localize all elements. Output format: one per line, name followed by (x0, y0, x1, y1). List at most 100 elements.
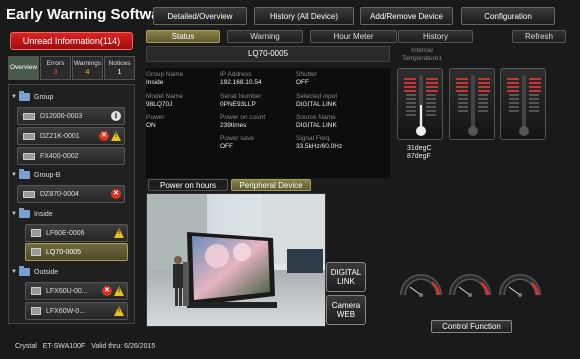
folder-icon (19, 169, 30, 179)
tab-errors[interactable]: Errors 3 (40, 56, 71, 80)
unread-information-button[interactable]: Unread Information(114) (10, 32, 133, 50)
temperature-fahrenheit: 87degF (407, 153, 431, 160)
device-label: D12000-0003 (40, 112, 83, 120)
tab-hour-meter[interactable]: Hour Meter (310, 30, 397, 43)
tree-device-lq70-selected[interactable]: LQ70-0005 (25, 243, 128, 261)
ip-value: 192.168.10.54 (220, 78, 262, 86)
display-icon (31, 307, 41, 315)
expand-caret-icon[interactable]: ▼ (11, 211, 19, 217)
folder-icon (19, 266, 30, 276)
tree-device-dz21k[interactable]: DZ21K-0001 ✕! (17, 127, 125, 145)
tab-warning[interactable]: Warning (227, 30, 303, 43)
group-label: Outside (34, 268, 59, 276)
warnings-count: 4 (85, 69, 90, 76)
tree-device-lfx60u[interactable]: LFX60U-00... ✕! (25, 282, 128, 300)
power-save-label: Power save (220, 135, 254, 142)
expand-caret-icon[interactable]: ▼ (11, 269, 19, 275)
device-label: LQ70-0005 (46, 248, 82, 256)
projector-icon (23, 132, 35, 140)
folder-icon (19, 91, 30, 101)
device-label: LFX60W-0... (46, 307, 86, 315)
shutter-label: Shutter (296, 71, 317, 78)
tree-group-outside[interactable]: ▼ Outside (11, 263, 133, 281)
tab-notices-label: Notices (108, 60, 131, 67)
camera-web-button[interactable]: Camera WEB (326, 295, 366, 325)
status-valid-thru: Valid thru: 6/26/2015 (91, 343, 156, 350)
device-label: FX400-0002 (40, 152, 79, 160)
tree-device-lf60e[interactable]: LF60E-0006 ! (25, 224, 128, 242)
thermometer-icon (507, 75, 541, 136)
nav-detailed-overview[interactable]: Detailed/Overview (153, 7, 247, 25)
tab-peripheral-device[interactable]: Peripheral Device (231, 179, 311, 191)
tree-group-inside[interactable]: ▼ Inside (11, 205, 133, 223)
source-label: Source Name (296, 114, 336, 121)
gauge-3-icon (499, 274, 541, 297)
tree-group[interactable]: ▼ Group (11, 88, 133, 106)
tab-errors-label: Errors (46, 60, 65, 67)
tab-notices[interactable]: Notices 1 (104, 56, 135, 80)
error-icon: ✕ (99, 131, 109, 141)
nav-history-all[interactable]: History (All Device) (254, 7, 354, 25)
device-label: DZ21K-0001 (40, 132, 80, 140)
tab-overview-label: Overview (9, 64, 38, 71)
warning-icon: ! (114, 306, 124, 316)
status-bar: Crystal ET-SWA100F Valid thru: 6/26/2015 (15, 343, 159, 350)
tab-history[interactable]: History (398, 30, 473, 43)
thermometer-1 (397, 68, 443, 140)
expand-caret-icon[interactable]: ▼ (11, 172, 19, 178)
group-label: Group-B (34, 171, 61, 179)
device-info-panel: Group Name Inside IP Address 192.168.10.54… (146, 68, 390, 178)
notices-count: 1 (117, 69, 122, 76)
ip-label: IP Address (220, 71, 252, 78)
group-name-label: Group Name (146, 71, 184, 78)
serial-value: 0PNE93LLP (220, 100, 256, 108)
errors-count: 3 (53, 69, 58, 76)
power-value: ON (146, 121, 156, 129)
tree-device-dz870[interactable]: DZ870-0004 ✕ (17, 185, 125, 203)
model-value: 98LQ70J (146, 100, 173, 108)
error-icon: ✕ (111, 189, 121, 199)
projector-icon (23, 112, 35, 120)
warning-icon: ! (114, 286, 124, 296)
selected-device-name: LQ70-0005 (146, 46, 390, 62)
tree-group-b[interactable]: ▼ Group-B (11, 166, 133, 184)
projector-icon (23, 190, 35, 198)
warning-icon: ! (111, 131, 121, 141)
status-product: ET-SWA100F (42, 343, 86, 350)
nav-configuration[interactable]: Configuration (461, 7, 555, 25)
source-value: DIGITAL LINK (296, 121, 337, 129)
status-name: Crystal (15, 343, 37, 350)
tab-status[interactable]: Status (146, 30, 220, 43)
model-label: Model Name (146, 93, 183, 100)
power-label: Power (146, 114, 165, 121)
signal-freq-value: 33.5kHz/60.0Hz (296, 142, 343, 150)
tree-device-d12000[interactable]: D12000-0003 i (17, 107, 125, 125)
tab-warnings-label: Warnings (73, 60, 102, 67)
app-title: Early Warning Software (6, 6, 174, 23)
tab-overview[interactable]: Overview (8, 56, 39, 80)
gauge-1-icon (400, 274, 442, 297)
tree-device-lfx60w[interactable]: LFX60W-0... ! (25, 302, 128, 320)
refresh-button[interactable]: Refresh (512, 30, 566, 43)
expand-caret-icon[interactable]: ▼ (11, 94, 19, 100)
device-tree: ▼ Group D12000-0003 i DZ21K-0001 ✕! FX400… (8, 84, 135, 324)
tree-device-fx400[interactable]: FX400-0002 (17, 147, 125, 165)
power-count-value: 239times (220, 121, 247, 129)
warning-icon: ! (114, 228, 124, 238)
temperature-readout: 31degC 87degF (407, 145, 432, 161)
tab-warnings[interactable]: Warnings 4 (72, 56, 103, 80)
thermometer-icon (404, 75, 438, 136)
group-label: Inside (34, 210, 53, 218)
nav-add-remove-device[interactable]: Add/Remove Device (360, 7, 453, 25)
thermometer-3 (500, 68, 546, 140)
control-function-button[interactable]: Control Function (431, 320, 512, 333)
camera-scene (147, 194, 325, 326)
tab-power-on-hours[interactable]: Power on hours (148, 179, 228, 191)
digital-link-button[interactable]: DIGITAL LINK (326, 262, 366, 292)
device-label: DZ870-0004 (40, 190, 79, 198)
input-label: Selected input (296, 93, 338, 100)
left-filter-tabs: Overview Errors 3 Warnings 4 Notices 1 (8, 56, 135, 80)
power-save-value: OFF (220, 142, 233, 150)
projector-icon (23, 152, 35, 160)
gauge-2-icon (449, 274, 491, 297)
